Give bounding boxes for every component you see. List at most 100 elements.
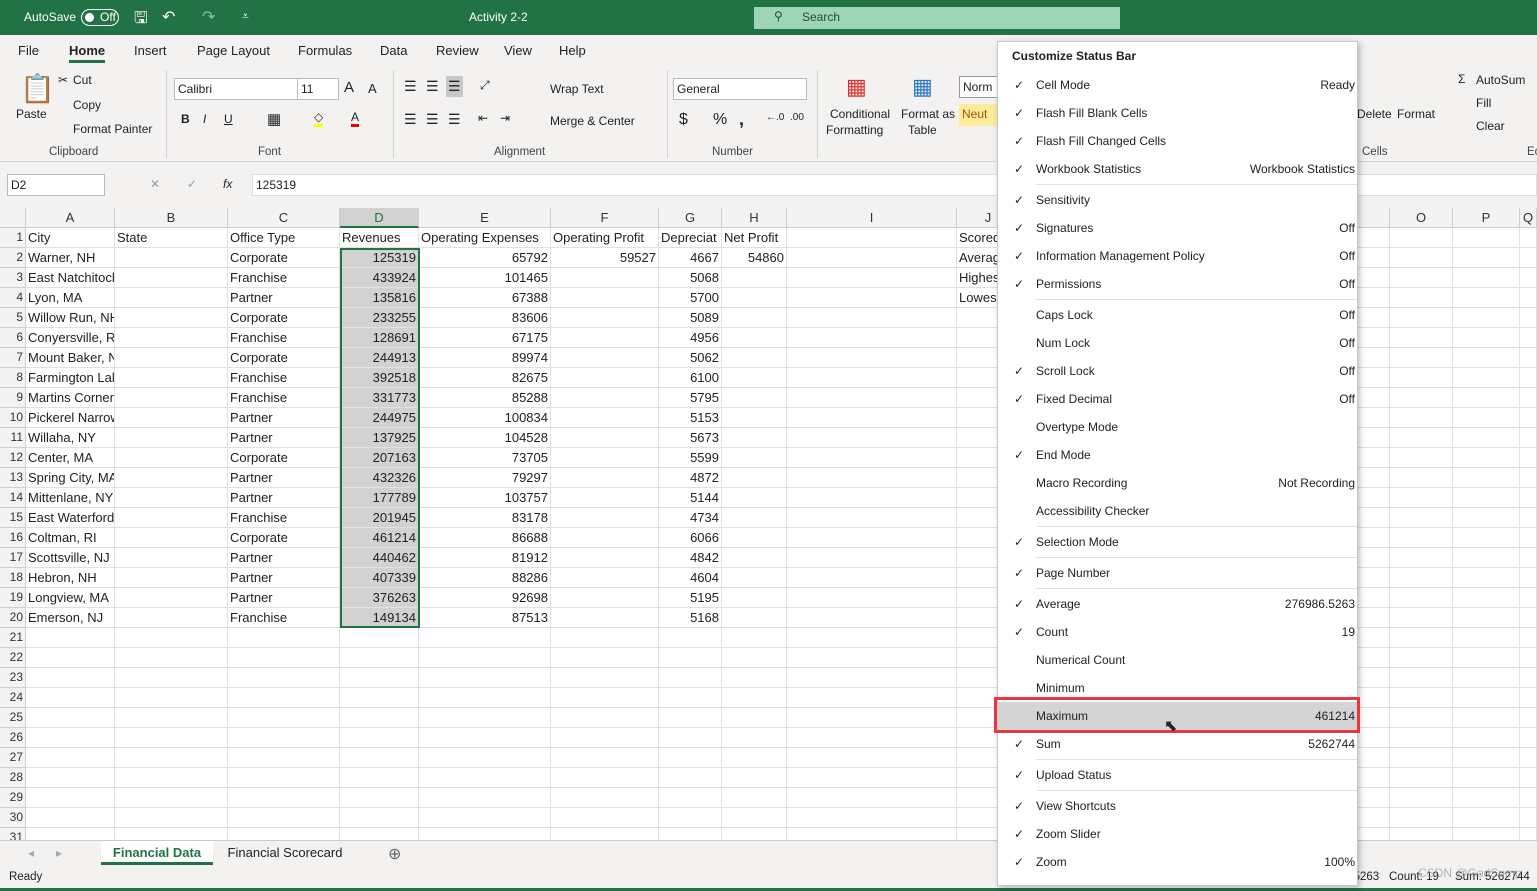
- cell[interactable]: 5168: [659, 608, 722, 628]
- cell[interactable]: [551, 268, 659, 288]
- cell[interactable]: [722, 548, 787, 568]
- column-header[interactable]: O: [1390, 208, 1453, 228]
- cell[interactable]: [1453, 788, 1520, 808]
- cell[interactable]: [1453, 628, 1520, 648]
- cell[interactable]: [787, 528, 957, 548]
- cell[interactable]: Operating Profit: [551, 228, 659, 248]
- cell[interactable]: [551, 368, 659, 388]
- cell[interactable]: [722, 688, 787, 708]
- cell[interactable]: [787, 468, 957, 488]
- cell[interactable]: [340, 828, 419, 840]
- cell[interactable]: [1453, 808, 1520, 828]
- cell[interactable]: [115, 308, 228, 328]
- cell[interactable]: [787, 728, 957, 748]
- cell[interactable]: [551, 488, 659, 508]
- menu-item-sum[interactable]: ✓ Sum 5262744: [998, 730, 1357, 758]
- style-normal[interactable]: Norm: [959, 76, 999, 98]
- cell[interactable]: [787, 788, 957, 808]
- column-header[interactable]: G: [659, 208, 722, 228]
- decrease-decimal-icon[interactable]: .00: [790, 112, 804, 123]
- column-header[interactable]: E: [419, 208, 551, 228]
- align-left-icon[interactable]: ☰: [404, 111, 417, 128]
- cell[interactable]: [551, 328, 659, 348]
- format-as-table-button[interactable]: Format as: [901, 107, 955, 121]
- cell[interactable]: Spring City, MA: [26, 468, 115, 488]
- cell[interactable]: 5599: [659, 448, 722, 468]
- autosum-button[interactable]: AutoSum: [1476, 73, 1525, 87]
- cell[interactable]: Farmington Lake, RI: [26, 368, 115, 388]
- cell[interactable]: [1520, 628, 1537, 648]
- cell[interactable]: [1390, 528, 1453, 548]
- cell[interactable]: [551, 408, 659, 428]
- search-box[interactable]: ⚲ Search: [754, 7, 1120, 29]
- cell[interactable]: [1520, 568, 1537, 588]
- cell[interactable]: [1453, 608, 1520, 628]
- cut-button[interactable]: Cut: [73, 73, 92, 87]
- menu-item-signatures[interactable]: ✓ Signatures Off: [998, 214, 1357, 242]
- column-header[interactable]: Q: [1520, 208, 1537, 228]
- tab-formulas[interactable]: Formulas: [298, 43, 352, 58]
- cell[interactable]: [787, 328, 957, 348]
- row-header[interactable]: 21: [0, 628, 26, 648]
- cell[interactable]: [26, 708, 115, 728]
- cell[interactable]: [1520, 228, 1537, 248]
- cell[interactable]: [787, 228, 957, 248]
- cell[interactable]: Partner: [228, 568, 340, 588]
- cell[interactable]: [1390, 768, 1453, 788]
- cell[interactable]: [26, 648, 115, 668]
- cell[interactable]: [551, 548, 659, 568]
- cell[interactable]: Emerson, NJ: [26, 608, 115, 628]
- cell[interactable]: [659, 628, 722, 648]
- cell[interactable]: [228, 688, 340, 708]
- cell[interactable]: [722, 288, 787, 308]
- cell[interactable]: 79297: [419, 468, 551, 488]
- cell[interactable]: [1390, 708, 1453, 728]
- cell[interactable]: [115, 508, 228, 528]
- cell[interactable]: 81912: [419, 548, 551, 568]
- cell[interactable]: [228, 728, 340, 748]
- cell[interactable]: [787, 388, 957, 408]
- cell[interactable]: [787, 548, 957, 568]
- cell[interactable]: [1453, 648, 1520, 668]
- menu-item-workbook-statistics[interactable]: ✓ Workbook Statistics Workbook Statistics: [998, 155, 1357, 183]
- row-header[interactable]: 8: [0, 368, 26, 388]
- cell[interactable]: [787, 368, 957, 388]
- cell[interactable]: [340, 748, 419, 768]
- cell[interactable]: State: [115, 228, 228, 248]
- save-icon[interactable]: 🖫: [134, 7, 148, 34]
- cell[interactable]: [551, 288, 659, 308]
- cell[interactable]: 5144: [659, 488, 722, 508]
- format-button[interactable]: Format: [1397, 107, 1435, 121]
- cell[interactable]: [115, 768, 228, 788]
- cell[interactable]: [419, 688, 551, 708]
- cell[interactable]: 4734: [659, 508, 722, 528]
- cell[interactable]: [722, 768, 787, 788]
- cell[interactable]: Willow Run, NH: [26, 308, 115, 328]
- cell[interactable]: [1520, 688, 1537, 708]
- row-header[interactable]: 29: [0, 788, 26, 808]
- cell[interactable]: [1520, 308, 1537, 328]
- cell[interactable]: [1520, 768, 1537, 788]
- increase-font-icon[interactable]: A: [344, 79, 354, 96]
- tab-data[interactable]: Data: [380, 43, 407, 58]
- cell[interactable]: [1520, 508, 1537, 528]
- cell[interactable]: 59527: [551, 248, 659, 268]
- cell[interactable]: [722, 428, 787, 448]
- fill-button[interactable]: Fill: [1476, 96, 1491, 110]
- cell[interactable]: 67388: [419, 288, 551, 308]
- menu-item-numerical-count[interactable]: Numerical Count: [998, 646, 1357, 674]
- menu-item-num-lock[interactable]: Num Lock Off: [998, 329, 1357, 357]
- row-header[interactable]: 3: [0, 268, 26, 288]
- cell[interactable]: [115, 588, 228, 608]
- menu-item-end-mode[interactable]: ✓ End Mode: [998, 441, 1357, 469]
- cell[interactable]: 85288: [419, 388, 551, 408]
- cell[interactable]: [228, 768, 340, 788]
- menu-item-macro-recording[interactable]: Macro Recording Not Recording: [998, 469, 1357, 497]
- cell[interactable]: 4872: [659, 468, 722, 488]
- bold-icon[interactable]: B: [181, 112, 190, 126]
- cell[interactable]: [1520, 808, 1537, 828]
- cell[interactable]: [1453, 708, 1520, 728]
- cell[interactable]: 67175: [419, 328, 551, 348]
- cell[interactable]: Franchise: [228, 268, 340, 288]
- cell[interactable]: [659, 808, 722, 828]
